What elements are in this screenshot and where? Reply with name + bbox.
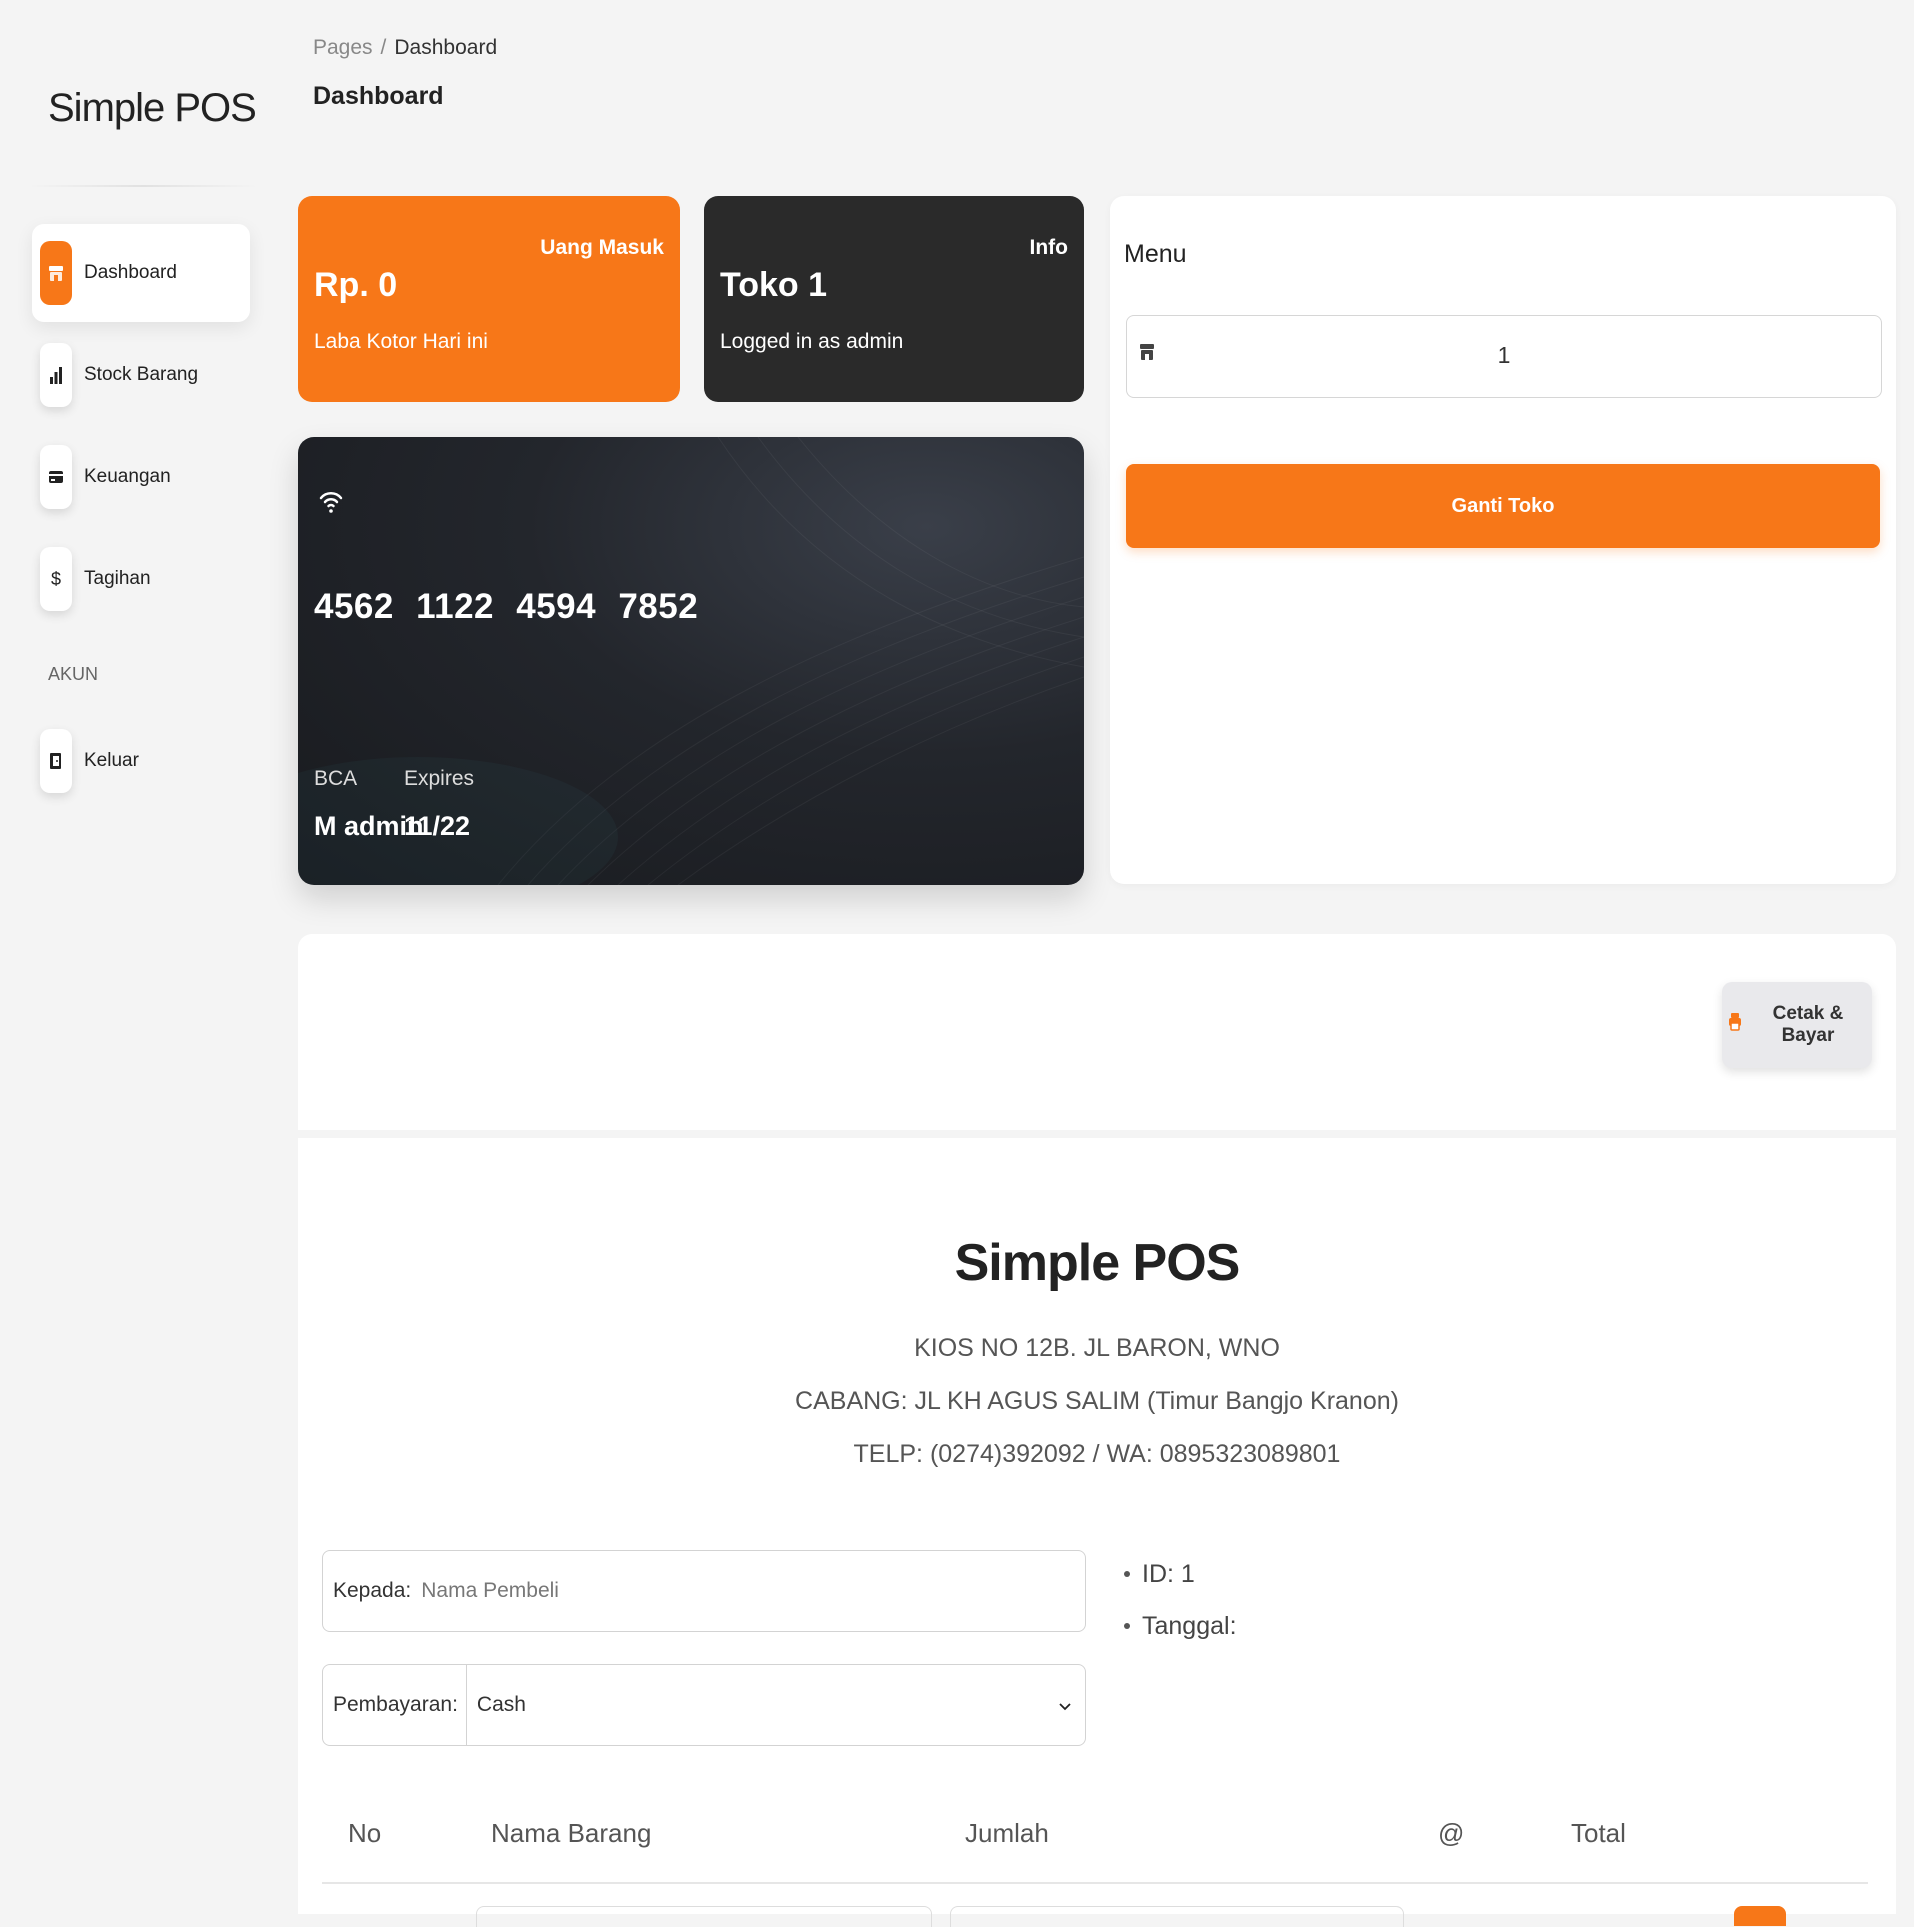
credit-card: 4562 1122 4594 7852 BCA M admin Expires …	[298, 437, 1084, 885]
change-store-button[interactable]: Ganti Toko	[1126, 464, 1880, 548]
sidebar-item-label: Keluar	[84, 750, 139, 771]
card-bank-label: BCA	[314, 767, 358, 790]
card-expires-label: Expires	[404, 767, 475, 790]
column-header-no: No	[348, 1818, 382, 1848]
wifi-icon	[319, 492, 343, 513]
invoice-address-line: KIOS NO 12B. JL BARON, WNO	[914, 1334, 1280, 1362]
buyer-field[interactable]: Kepada: Nama Pembeli	[322, 1550, 1086, 1632]
invoice-id: ID: 1	[1124, 1548, 1237, 1600]
print-pay-button[interactable]: Cetak & Bayar	[1722, 982, 1872, 1068]
item-qty-input[interactable]	[950, 1906, 1404, 1927]
breadcrumb: Pages / Dashboard	[313, 36, 498, 59]
invoice-address-line: TELP: (0274)392092 / WA: 0895323089801	[853, 1440, 1341, 1468]
add-row-button[interactable]	[1734, 1906, 1786, 1926]
printer-icon	[1728, 1012, 1742, 1038]
breadcrumb-pages[interactable]: Pages	[313, 36, 373, 59]
payment-select[interactable]: Cash	[477, 1693, 1059, 1717]
sidebar-item-keuangan[interactable]: Keuangan	[32, 428, 250, 526]
store-select[interactable]: 1	[1126, 315, 1882, 398]
sidebar-item-keluar[interactable]: Keluar	[32, 712, 250, 810]
info-tag: Info	[1029, 236, 1068, 259]
income-tag: Uang Masuk	[540, 236, 664, 259]
sidebar-item-stock-barang[interactable]: Stock Barang	[32, 326, 250, 424]
store-icon	[40, 241, 72, 305]
sidebar-item-label: Keuangan	[84, 466, 171, 487]
dollar-icon: $	[40, 547, 72, 611]
logout-icon	[40, 729, 72, 793]
item-name-input[interactable]	[476, 1906, 932, 1927]
table-header-divider	[322, 1882, 1868, 1884]
column-header-jumlah: Jumlah	[965, 1818, 1049, 1848]
sidebar-item-label: Tagihan	[84, 568, 151, 589]
payment-field[interactable]: Pembayaran: Cash	[322, 1664, 1086, 1746]
payment-label: Pembayaran:	[333, 1693, 458, 1716]
info-caption: Logged in as admin	[720, 330, 904, 353]
invoice-meta: ID: 1 Tanggal:	[1124, 1548, 1237, 1652]
info-card: Info Toko 1 Logged in as admin	[704, 196, 1084, 402]
chevron-down-icon	[1059, 1695, 1071, 1716]
sidebar-item-label: Stock Barang	[84, 364, 199, 385]
app-brand: Simple POS	[48, 86, 257, 130]
buyer-input[interactable]: Nama Pembeli	[421, 1579, 559, 1603]
income-card: Uang Masuk Rp. 0 Laba Kotor Hari ini	[298, 196, 680, 402]
page-title: Dashboard	[313, 82, 444, 110]
sidebar-item-dashboard[interactable]: Dashboard	[32, 224, 250, 322]
menu-title: Menu	[1124, 240, 1187, 268]
card-number: 4562 1122 4594 7852	[314, 587, 699, 626]
column-header-total: Total	[1571, 1818, 1626, 1848]
buyer-label: Kepada:	[333, 1579, 412, 1602]
income-value: Rp. 0	[314, 266, 398, 304]
info-value: Toko 1	[720, 266, 828, 304]
invoice-address-line: CABANG: JL KH AGUS SALIM (Timur Bangjo K…	[795, 1387, 1399, 1415]
credit-card-icon	[40, 445, 72, 509]
sidebar-item-label: Dashboard	[84, 262, 177, 283]
sidebar-item-tagihan[interactable]: $ Tagihan	[32, 530, 250, 628]
chart-icon	[40, 343, 72, 407]
section-label-akun: AKUN	[48, 664, 99, 684]
invoice: Simple POS KIOS NO 12B. JL BARON, WNO CA…	[298, 1138, 1896, 1927]
invoice-date: Tanggal:	[1124, 1600, 1237, 1652]
column-header-harga: @	[1438, 1818, 1465, 1848]
print-pay-label: Cetak & Bayar	[1772, 1003, 1844, 1046]
invoice-title: Simple POS	[954, 1234, 1241, 1292]
menu-card: Menu 1 Ganti Toko	[1110, 196, 1896, 884]
breadcrumb-current: Dashboard	[394, 36, 498, 59]
brand-divider	[28, 185, 258, 187]
income-caption: Laba Kotor Hari ini	[314, 330, 488, 353]
column-header-nama-barang: Nama Barang	[491, 1818, 652, 1848]
invoice-toolbar: Cetak & Bayar	[298, 934, 1896, 1130]
card-expires-value: 11/22	[404, 811, 471, 841]
store-select-value: 1	[1497, 342, 1511, 368]
